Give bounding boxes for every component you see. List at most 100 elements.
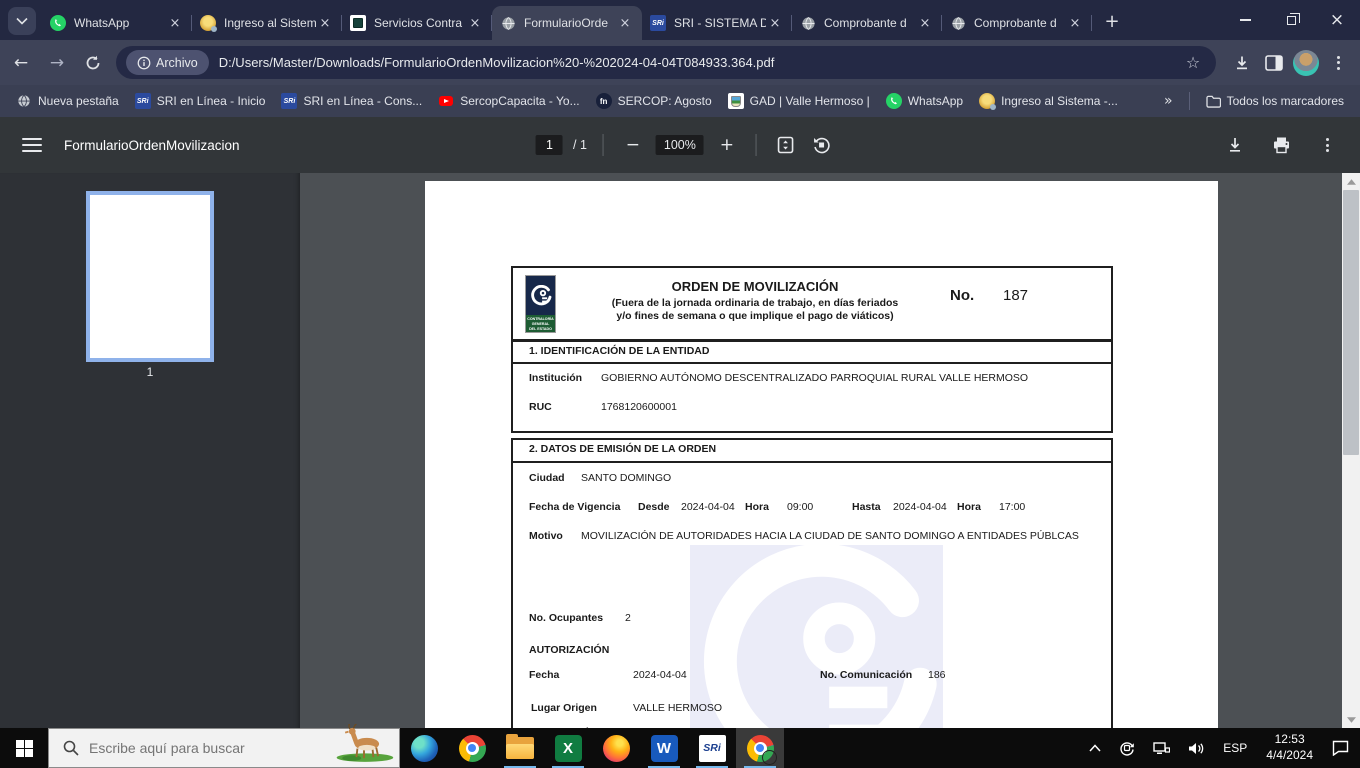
close-icon: × [319, 15, 331, 31]
url-text[interactable]: D:/Users/Master/Downloads/FormularioOrde… [219, 55, 1180, 70]
globe-icon [950, 15, 966, 31]
bookmark-star-button[interactable]: ☆ [1180, 53, 1206, 73]
pdf-print-button[interactable] [1268, 132, 1294, 158]
tray-network-button[interactable] [1146, 728, 1177, 768]
taskbar-app-file-explorer[interactable] [496, 728, 544, 768]
bookmark-item-nueva-pestana[interactable]: Nueva pestaña [8, 90, 127, 112]
ecuador-crest-icon [979, 93, 997, 110]
tab-whatsapp[interactable]: WhatsApp × [42, 6, 192, 40]
bookmark-item-sercop-agosto[interactable]: fn SERCOP: Agosto [588, 90, 720, 112]
bookmarks-right-group: » Todos los marcadores [1156, 91, 1352, 111]
profile-avatar[interactable] [1290, 47, 1322, 79]
tab-close-button[interactable]: × [916, 14, 934, 32]
bookmark-item-sri-inicio[interactable]: SRi SRI en Línea - Inicio [127, 90, 274, 112]
address-bar[interactable]: Archivo D:/Users/Master/Downloads/Formul… [116, 46, 1216, 79]
chrome-profile-icon [746, 734, 777, 765]
taskbar-app-chrome-profile-active[interactable] [736, 728, 784, 768]
rotate-button[interactable] [809, 132, 835, 158]
bookmark-item-ingreso-sistema[interactable]: Ingreso al Sistema -... [971, 90, 1126, 112]
gad-shield-icon [727, 93, 744, 109]
taskbar-app-firefox[interactable] [592, 728, 640, 768]
back-button[interactable]: ← [6, 48, 36, 78]
all-bookmarks-button[interactable]: Todos los marcadores [1198, 91, 1352, 111]
taskbar-app-sri[interactable]: SRi [688, 728, 736, 768]
file-scheme-chip[interactable]: Archivo [126, 50, 209, 75]
page-number-input[interactable] [535, 135, 563, 155]
action-center-button[interactable] [1325, 728, 1356, 768]
scroll-down-button[interactable] [1342, 711, 1360, 728]
pdf-page: CONTRALORÍA GENERAL DEL ESTADO ORDEN DE … [425, 181, 1218, 728]
rotate-icon [814, 137, 831, 154]
taskbar-app-word[interactable]: W [640, 728, 688, 768]
new-tab-button[interactable]: + [1098, 7, 1126, 35]
fit-page-button[interactable] [773, 132, 799, 158]
hora2-label: Hora [957, 501, 981, 513]
bookmarks-overflow-button[interactable]: » [1156, 93, 1181, 109]
bookmark-item-sercopcapacita[interactable]: SercopCapacita - Yo... [430, 90, 587, 112]
chrome-icon [458, 734, 486, 762]
browser-menu-button[interactable] [1322, 47, 1354, 79]
desde-label: Desde [638, 501, 670, 513]
search-input[interactable] [89, 740, 319, 756]
tab-close-button[interactable]: × [766, 14, 784, 32]
clock[interactable]: 12:53 4/4/2024 [1258, 732, 1321, 763]
scroll-up-button[interactable] [1342, 173, 1360, 190]
forward-button[interactable]: → [42, 48, 72, 78]
ecuador-crest-icon [200, 15, 217, 32]
scroll-thumb[interactable] [1343, 190, 1359, 455]
tab-comprobante-1[interactable]: Comprobante d × [792, 6, 942, 40]
chip-label: Archivo [156, 55, 198, 70]
tab-close-button[interactable]: × [316, 14, 334, 32]
pdf-more-button[interactable] [1314, 132, 1340, 158]
bookmark-item-whatsapp[interactable]: WhatsApp [878, 90, 971, 112]
close-icon: × [469, 15, 481, 31]
taskbar-app-chrome[interactable] [448, 728, 496, 768]
tab-comprobante-2[interactable]: Comprobante d × [942, 6, 1092, 40]
tab-close-button[interactable]: × [616, 14, 634, 32]
language-indicator[interactable]: ESP [1216, 728, 1254, 768]
pdf-menu-button[interactable] [22, 138, 42, 152]
globe-icon [16, 93, 32, 109]
tab-ingreso-sistema[interactable]: Ingreso al Sistem × [192, 6, 342, 40]
tab-close-button[interactable]: × [166, 14, 184, 32]
pdf-download-button[interactable] [1222, 132, 1248, 158]
tab-close-button[interactable]: × [466, 14, 484, 32]
tab-sri-sistema[interactable]: SRi SRI - SISTEMA D × [642, 6, 792, 40]
minus-icon: − [625, 135, 641, 155]
ocupantes-label: No. Ocupantes [529, 612, 604, 624]
fn-icon: fn [595, 93, 612, 109]
bookmark-item-sri-consultas[interactable]: SRi SRI en Línea - Cons... [273, 90, 430, 112]
taskbar-search[interactable] [48, 723, 400, 768]
word-icon: W [650, 734, 678, 762]
start-button[interactable] [0, 728, 48, 768]
tab-servicios-contraloria[interactable]: Servicios Contra × [342, 6, 492, 40]
side-panel-button[interactable] [1258, 47, 1290, 79]
tray-volume-button[interactable] [1181, 728, 1212, 768]
reload-button[interactable] [78, 48, 108, 78]
window-maximize-button[interactable] [1268, 0, 1314, 40]
tab-close-button[interactable]: × [1066, 14, 1084, 32]
window-close-button[interactable]: × [1314, 0, 1360, 40]
hora1-label: Hora [745, 501, 769, 513]
bookmark-label: WhatsApp [907, 94, 964, 108]
window-minimize-button[interactable] [1222, 0, 1268, 40]
taskbar-app-edge[interactable] [400, 728, 448, 768]
tray-sync-button[interactable] [1112, 728, 1142, 768]
ruc-value: 1768120600001 [601, 401, 677, 413]
chevron-down-icon [16, 17, 28, 25]
zoom-out-button[interactable]: − [620, 135, 646, 155]
zoom-level: 100% [655, 135, 704, 155]
tab-search-button[interactable] [8, 7, 36, 35]
pdf-toolbar: FormularioOrdenMovilizacion / 1 − 100% + [0, 117, 1360, 173]
bookmark-item-gad-valle-hermoso[interactable]: GAD | Valle Hermoso | [720, 90, 878, 112]
page-thumbnail[interactable] [86, 191, 214, 362]
downloads-button[interactable] [1226, 47, 1258, 79]
tray-expand-button[interactable] [1082, 728, 1108, 768]
bookmark-label: SercopCapacita - Yo... [460, 94, 580, 108]
deer-of-the-day-image[interactable] [331, 723, 397, 767]
tab-formulario-active[interactable]: FormularioOrde × [492, 6, 642, 40]
taskbar-app-excel[interactable]: X [544, 728, 592, 768]
tab-title: Comprobante d [824, 16, 907, 30]
zoom-in-button[interactable]: + [714, 135, 740, 155]
pdf-toolbar-right [1222, 132, 1340, 158]
